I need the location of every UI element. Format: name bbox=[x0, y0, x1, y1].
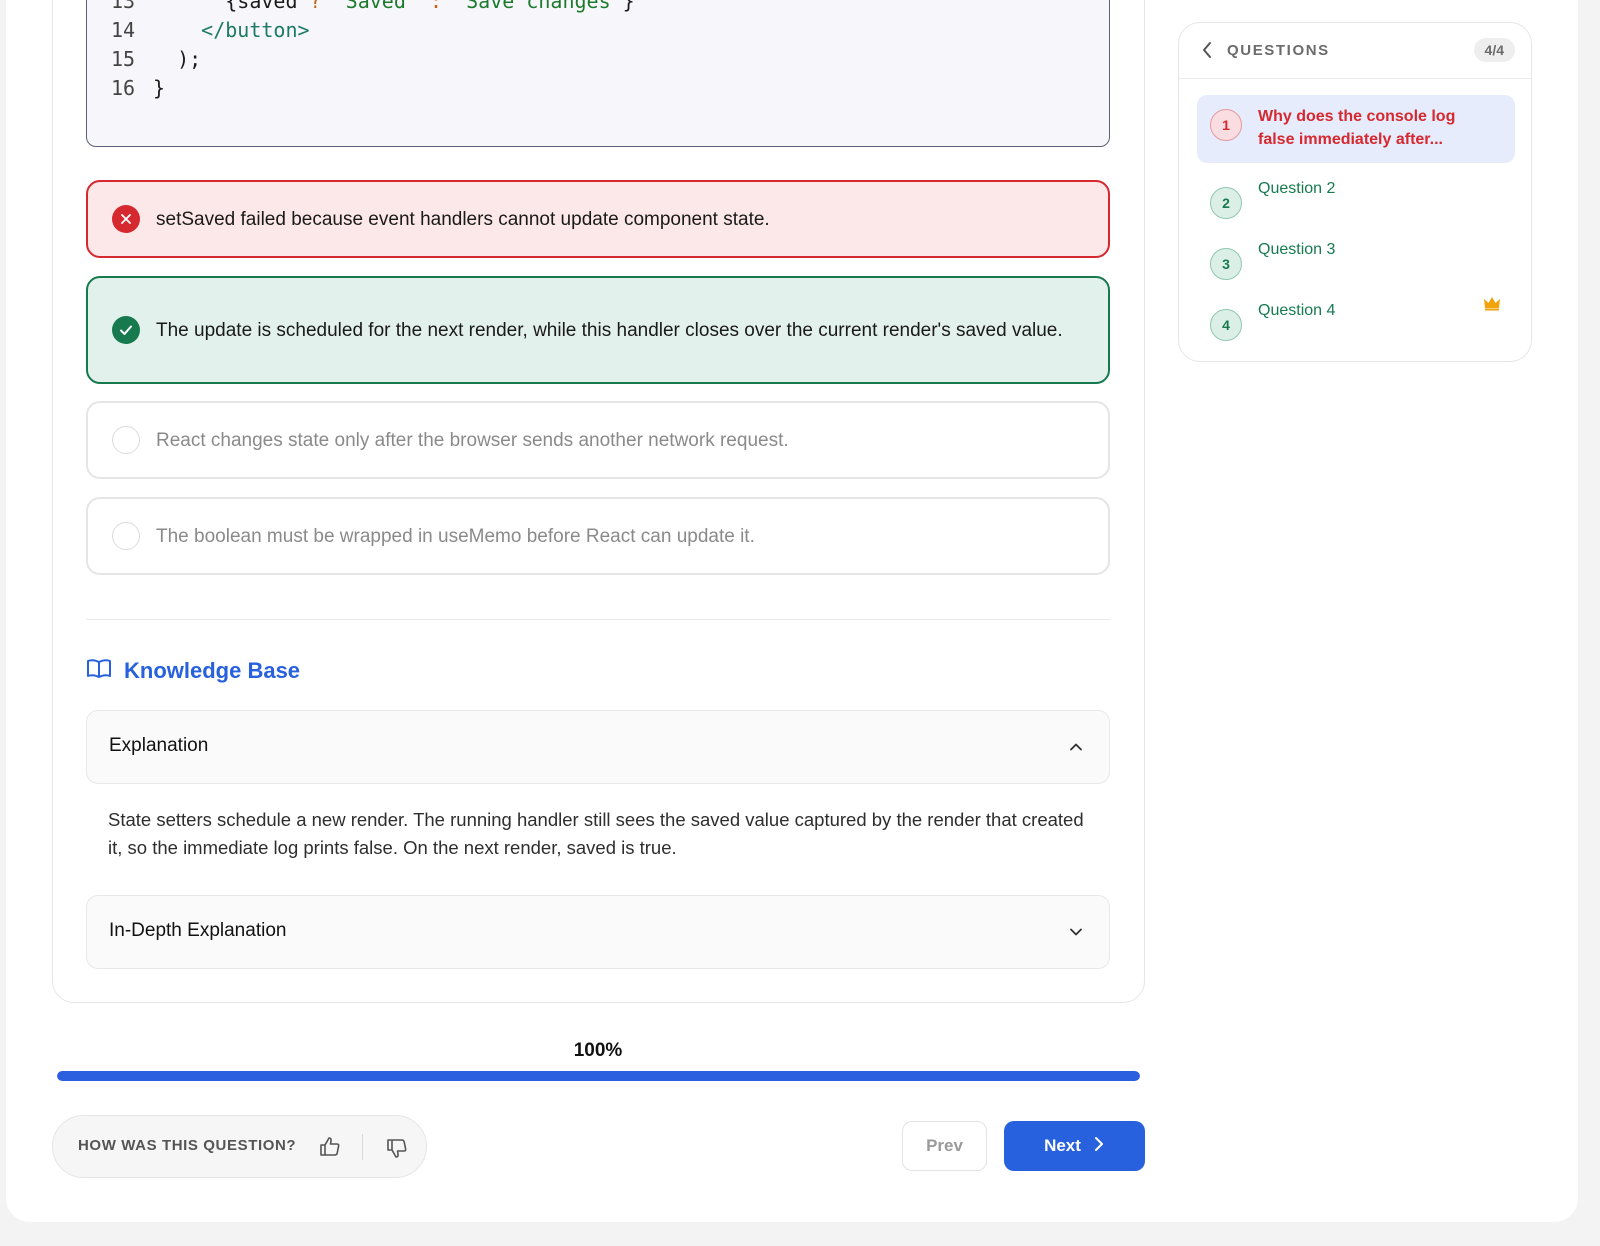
code-line: 16} bbox=[111, 76, 166, 100]
question-count-badge: 4/4 bbox=[1473, 38, 1515, 62]
progress-fill bbox=[57, 1071, 1140, 1081]
question-number-badge: 2 bbox=[1210, 187, 1242, 219]
accordion-label: In-Depth Explanation bbox=[109, 920, 287, 941]
accordion-explanation[interactable]: Explanation bbox=[86, 710, 1110, 784]
line-number: 15 bbox=[111, 47, 136, 71]
line-number: 16 bbox=[111, 76, 136, 100]
book-icon bbox=[86, 658, 112, 685]
accordion-in-depth-explanation[interactable]: In-Depth Explanation bbox=[86, 895, 1110, 969]
knowledge-base-title: Knowledge Base bbox=[124, 658, 301, 683]
progress-label: 100% bbox=[573, 1040, 623, 1061]
knowledge-base-header: Knowledge Base bbox=[86, 655, 300, 687]
code-block: 13 {saved ? "Saved" : "Save changes"} 14… bbox=[86, 0, 1110, 147]
chevron-up-icon bbox=[1067, 738, 1085, 756]
thumbs-down-icon[interactable] bbox=[385, 1136, 409, 1160]
question-number-badge: 3 bbox=[1210, 248, 1242, 280]
answer-option[interactable]: React changes state only after the brows… bbox=[86, 401, 1110, 479]
chevron-left-icon[interactable] bbox=[1199, 40, 1217, 60]
answer-option[interactable]: The boolean must be wrapped in useMemo b… bbox=[86, 497, 1110, 575]
prev-button[interactable]: Prev bbox=[902, 1121, 987, 1171]
sidebar-item-label: Question 3 bbox=[1258, 241, 1336, 258]
thumbs-up-icon[interactable] bbox=[318, 1135, 342, 1159]
answer-option-correct[interactable]: The update is scheduled for the next ren… bbox=[86, 276, 1110, 384]
questions-sidebar: QUESTIONS 4/4 1 Why does the console log… bbox=[1178, 22, 1532, 362]
chevron-right-icon bbox=[1093, 1136, 1105, 1157]
answer-option-text: The boolean must be wrapped in useMemo b… bbox=[156, 525, 755, 547]
radio-icon bbox=[112, 426, 140, 454]
check-circle-icon bbox=[112, 316, 140, 344]
chevron-down-icon bbox=[1067, 923, 1085, 941]
crown-icon bbox=[1483, 295, 1501, 311]
next-button-label: Next bbox=[1044, 1136, 1081, 1155]
sidebar-header: QUESTIONS 4/4 bbox=[1179, 23, 1531, 79]
sidebar-item-question-2[interactable]: 2 Question 2 bbox=[1197, 173, 1515, 229]
code-line: 13 {saved ? "Saved" : "Save changes"} bbox=[111, 0, 635, 15]
sidebar-title: QUESTIONS bbox=[1227, 42, 1330, 59]
line-number: 13 bbox=[111, 0, 136, 13]
code-line: 15 ); bbox=[111, 47, 202, 71]
answer-option-text: The update is scheduled for the next ren… bbox=[156, 319, 1063, 341]
line-number: 14 bbox=[111, 18, 136, 42]
question-number-badge: 1 bbox=[1210, 109, 1242, 141]
sidebar-item-label: Question 4 bbox=[1258, 302, 1336, 319]
explanation-text: State setters schedule a new render. The… bbox=[108, 809, 1084, 858]
sidebar-item-question-4[interactable]: 4 Question 4 bbox=[1197, 295, 1515, 351]
accordion-label: Explanation bbox=[109, 735, 209, 756]
question-number-badge: 4 bbox=[1210, 309, 1242, 341]
divider bbox=[86, 619, 1110, 620]
sidebar-item-question-3[interactable]: 3 Question 3 bbox=[1197, 234, 1515, 290]
answer-option-text: React changes state only after the brows… bbox=[156, 429, 789, 451]
next-button[interactable]: Next bbox=[1004, 1121, 1145, 1171]
radio-icon bbox=[112, 522, 140, 550]
sidebar-item-question-1[interactable]: 1 Why does the console log false immedia… bbox=[1197, 95, 1515, 163]
answer-option-text: setSaved failed because event handlers c… bbox=[156, 208, 770, 230]
sidebar-item-label: Why does the console log false immediate… bbox=[1258, 108, 1456, 148]
divider bbox=[362, 1134, 363, 1160]
progress-bar bbox=[57, 1071, 1140, 1081]
code-line: 14 </button> bbox=[111, 18, 310, 42]
feedback-label: HOW WAS THIS QUESTION? bbox=[78, 1137, 297, 1154]
sidebar-item-label: Question 2 bbox=[1258, 180, 1336, 197]
x-circle-icon bbox=[112, 205, 140, 233]
prev-button-label: Prev bbox=[926, 1136, 963, 1155]
answer-option-wrong[interactable]: setSaved failed because event handlers c… bbox=[86, 180, 1110, 258]
feedback-pill: HOW WAS THIS QUESTION? bbox=[52, 1115, 427, 1178]
